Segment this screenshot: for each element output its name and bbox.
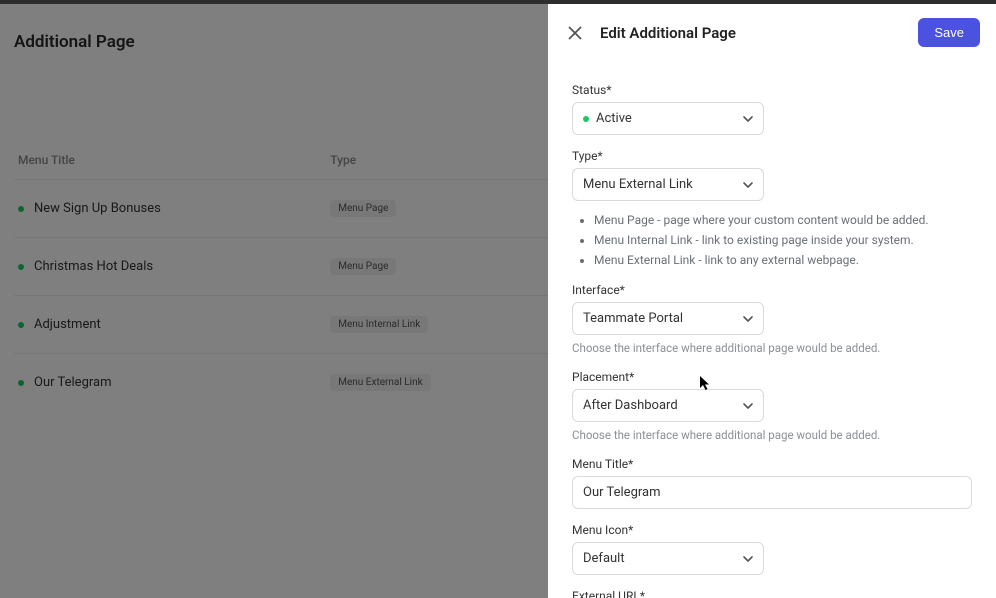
menu-icon-value: Default [583, 551, 625, 566]
menu-title-value: Our Telegram [583, 485, 661, 500]
type-label: Type* [572, 149, 972, 163]
status-active-dot [583, 116, 589, 122]
placement-value: After Dashboard [583, 398, 678, 413]
save-button[interactable]: Save [918, 18, 980, 47]
status-label: Status* [572, 83, 972, 97]
type-help-list: Menu Page - page where your custom conte… [572, 211, 972, 269]
close-icon [568, 26, 582, 40]
interface-label: Interface* [572, 283, 972, 297]
menu-icon-label: Menu Icon* [572, 523, 972, 537]
chevron-down-icon [743, 116, 753, 122]
chevron-down-icon [743, 556, 753, 562]
interface-hint: Choose the interface where additional pa… [572, 340, 972, 356]
chevron-down-icon [743, 182, 753, 188]
placement-label: Placement* [572, 370, 972, 384]
interface-select[interactable]: Teammate Portal [572, 302, 764, 335]
type-help-item: Menu External Link - link to any externa… [594, 251, 972, 269]
type-help-item: Menu Page - page where your custom conte… [594, 211, 972, 229]
chevron-down-icon [743, 403, 753, 409]
interface-value: Teammate Portal [583, 311, 683, 326]
status-select[interactable]: Active [572, 102, 764, 135]
menu-title-input[interactable]: Our Telegram [572, 476, 972, 509]
external-url-label: External URL* [572, 589, 972, 598]
type-value: Menu External Link [583, 177, 693, 192]
close-drawer-button[interactable] [564, 22, 586, 44]
type-help-item: Menu Internal Link - link to existing pa… [594, 231, 972, 249]
status-value: Active [596, 111, 632, 126]
placement-select[interactable]: After Dashboard [572, 389, 764, 422]
drawer-title: Edit Additional Page [600, 24, 904, 42]
placement-hint: Choose the interface where additional pa… [572, 427, 972, 443]
menu-icon-select[interactable]: Default [572, 542, 764, 575]
menu-title-label: Menu Title* [572, 457, 972, 471]
type-select[interactable]: Menu External Link [572, 168, 764, 201]
edit-page-drawer: Edit Additional Page Save Status* Active… [548, 4, 996, 598]
chevron-down-icon [743, 316, 753, 322]
